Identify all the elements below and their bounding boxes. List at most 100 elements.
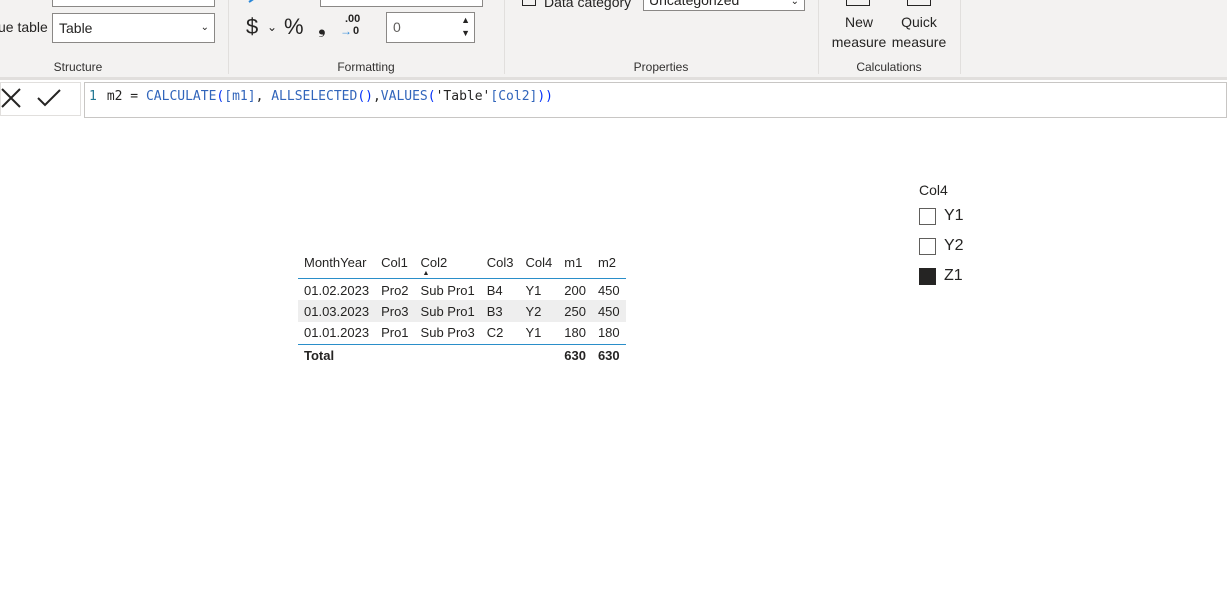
- ribbon: ue table Table ⌄ Structure $ ⌄ % ❟ .00 →…: [0, 0, 1227, 77]
- dollar-icon: $: [246, 14, 259, 39]
- column-header-m2[interactable]: m2: [591, 248, 626, 279]
- column-header-col4[interactable]: Col4: [519, 248, 559, 279]
- checkbox[interactable]: [919, 237, 936, 255]
- decimal-arrow-icon: →: [340, 24, 352, 38]
- ribbon-border: [0, 77, 1227, 80]
- home-table-select[interactable]: Table ⌄: [52, 13, 215, 43]
- data-category-value: Uncategorized: [649, 0, 740, 8]
- decimal-zero-icon: 0: [353, 25, 360, 37]
- column-header-col2[interactable]: Col2 ▲: [414, 248, 481, 279]
- table-row: 01.02.2023 Pro2 Sub Pro1 B4 Y1 200 450: [298, 278, 626, 300]
- table-cell: Y1: [525, 282, 542, 298]
- column-header-col3[interactable]: Col3: [480, 248, 520, 279]
- decimal-button[interactable]: .00 → 0: [340, 13, 364, 39]
- decimal-places-spinner[interactable]: 0 ▲ ▼: [386, 12, 475, 43]
- formula-table-ref: 'Table': [435, 89, 491, 104]
- table-cell: Y1: [525, 325, 542, 341]
- group-divider: [228, 0, 229, 74]
- format-arrow-icon: [248, 0, 254, 3]
- checkbox-checked[interactable]: [919, 267, 936, 285]
- currency-dropdown-chevron-icon[interactable]: ⌄: [267, 20, 277, 34]
- column-header-col1[interactable]: Col1: [375, 248, 415, 279]
- formatting-group-label: Formatting: [337, 60, 395, 74]
- table-cell: 01.01.2023: [304, 325, 370, 341]
- structure-group-label: Structure: [53, 60, 103, 74]
- formula-arg-m1: [m1]: [224, 89, 256, 104]
- slicer-item-label: Y1: [944, 207, 964, 224]
- table-cell: 180: [597, 325, 620, 341]
- slicer-title: Col4: [919, 182, 948, 198]
- decimal-places-value: 0: [393, 19, 401, 35]
- total-m1: 630: [558, 343, 592, 367]
- column-header-col2-label: Col2: [420, 255, 448, 271]
- slicer-item-label: Y2: [944, 237, 964, 254]
- table-cell: C2: [486, 325, 504, 341]
- table-cell: Sub Pro3: [420, 325, 475, 341]
- total-m2: 630: [591, 343, 626, 367]
- line-number: 1: [89, 89, 97, 104]
- home-table-label: ue table: [0, 19, 48, 35]
- checkbox[interactable]: [919, 207, 936, 225]
- table-cell: 180: [564, 325, 586, 341]
- currency-format-button[interactable]: $: [246, 16, 258, 38]
- percent-format-button[interactable]: %: [284, 16, 304, 38]
- table-cell: B3: [480, 300, 520, 322]
- table-cell: Pro2: [381, 282, 409, 298]
- slicer-item-z1[interactable]: Z1: [919, 266, 963, 286]
- table-cell: Y2: [519, 300, 559, 322]
- properties-group-label: Properties: [633, 60, 689, 74]
- formula-fn-allselected: ALLSELECTED: [271, 89, 358, 104]
- column-header-monthyear[interactable]: MonthYear: [298, 248, 376, 279]
- slicer-item-y1[interactable]: Y1: [919, 206, 964, 226]
- formula-editor[interactable]: 1 m2 = CALCULATE([m1], ALLSELECTED(),VALU…: [84, 82, 1227, 118]
- table-row: 01.03.2023 Pro3 Sub Pro1 B3 Y2 250 450: [298, 300, 626, 322]
- group-divider: [504, 0, 505, 74]
- slicer-item-y2[interactable]: Y2: [919, 236, 964, 256]
- quick-measure-label-line2: measure: [891, 34, 947, 50]
- table-cell: 450: [591, 300, 626, 322]
- table-cell: Pro3: [375, 300, 415, 322]
- quick-measure-icon: [907, 0, 931, 6]
- quick-measure-button[interactable]: Quick measure: [890, 12, 948, 52]
- table-name-input[interactable]: [52, 0, 215, 7]
- comma-style-button[interactable]: ❟: [318, 16, 326, 38]
- column-header-m1[interactable]: m1: [558, 248, 592, 279]
- formula-separator: ,: [255, 89, 272, 104]
- slicer-item-label: Z1: [944, 267, 963, 284]
- table-cell: 250: [558, 300, 592, 322]
- group-divider: [960, 0, 961, 74]
- formula-paren: (): [357, 89, 373, 104]
- chevron-down-icon: ⌄: [200, 22, 209, 33]
- formula-fn-values: VALUES: [380, 89, 428, 104]
- formula-separator: ,: [372, 89, 381, 104]
- table-header-row: MonthYear Col1 Col2 ▲ Col3 Col4 m1 m2: [298, 248, 626, 279]
- table-cell: Pro1: [381, 325, 409, 341]
- formula-paren: (: [427, 89, 436, 104]
- commit-formula-button[interactable]: [36, 84, 62, 116]
- data-category-select[interactable]: Uncategorized ⌄: [643, 0, 805, 11]
- table-cell: Sub Pro1: [414, 300, 481, 322]
- chevron-down-icon: ⌄: [790, 0, 799, 7]
- cancel-formula-button[interactable]: [0, 84, 22, 114]
- formula-fn-calculate: CALCULATE: [145, 89, 217, 104]
- percent-icon: %: [284, 14, 304, 39]
- formula-paren: )): [537, 89, 554, 104]
- table-cell: 01.03.2023: [298, 300, 376, 322]
- comma-icon: ❟: [318, 16, 326, 38]
- format-input[interactable]: [320, 0, 483, 7]
- table-cell: 450: [597, 282, 620, 298]
- chevron-up-icon[interactable]: ▲: [461, 16, 470, 25]
- quick-measure-label-line1: Quick: [901, 14, 937, 30]
- new-measure-button[interactable]: New measure: [830, 12, 888, 52]
- data-category-icon: [522, 0, 536, 6]
- calculations-group-label: Calculations: [856, 60, 922, 74]
- data-category-label: Data category: [544, 0, 632, 10]
- table-visual[interactable]: MonthYear Col1 Col2 ▲ Col3 Col4 m1 m2 01.…: [298, 248, 626, 367]
- table-cell: B4: [486, 282, 503, 298]
- home-table-value: Table: [59, 20, 93, 36]
- total-label: Total: [298, 343, 376, 367]
- group-divider: [818, 0, 819, 74]
- sort-ascending-icon: ▲: [422, 269, 430, 277]
- table-total-row: Total 630 630: [298, 343, 626, 367]
- chevron-down-icon[interactable]: ▼: [461, 29, 470, 38]
